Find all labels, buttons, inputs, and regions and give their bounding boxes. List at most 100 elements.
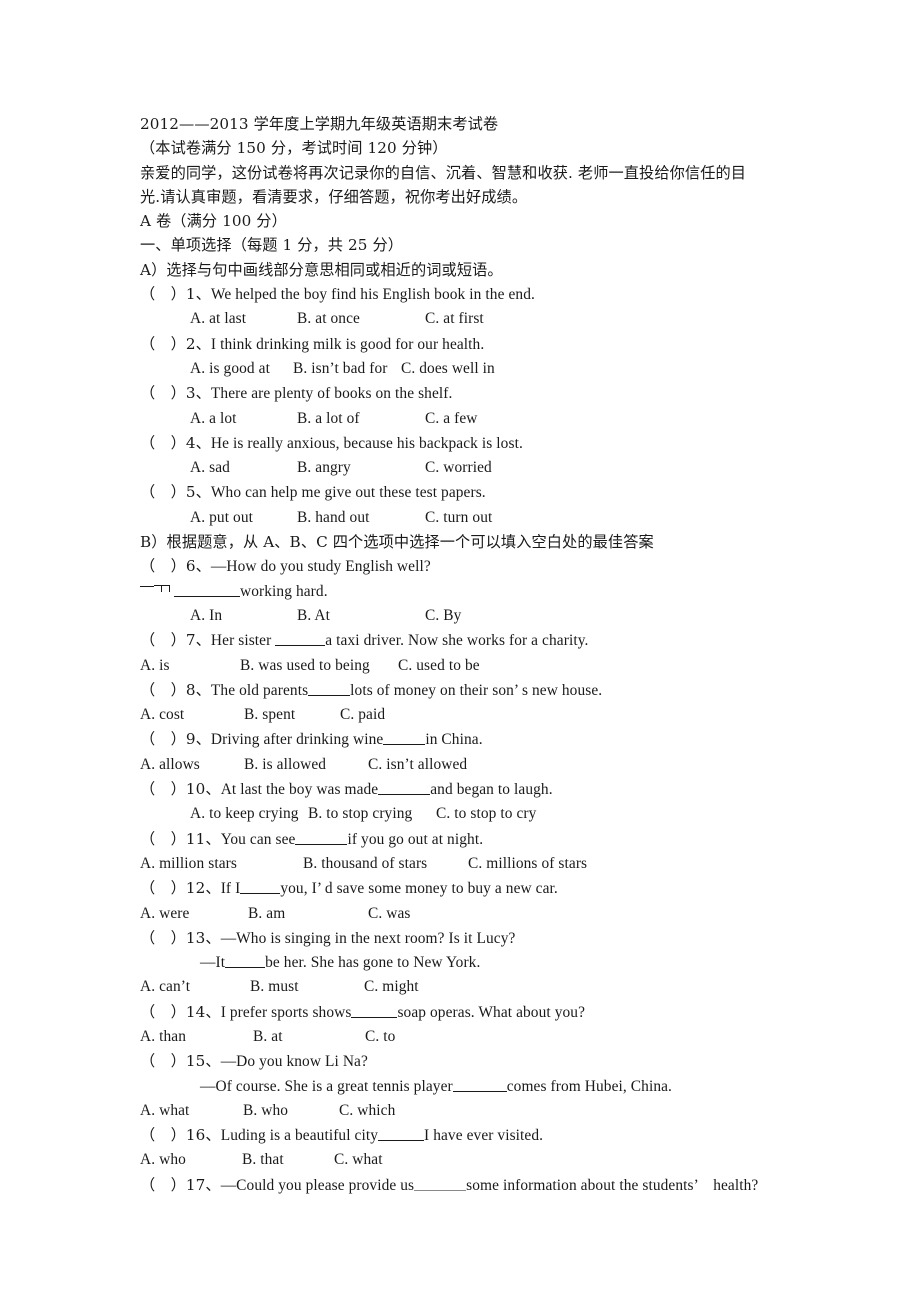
- question-4-answer-box[interactable]: （ ）4、: [140, 434, 211, 452]
- question-1-stem: （ ）1、We helped the boy find his English …: [140, 282, 820, 307]
- question-16-answer-box[interactable]: （ ）16、: [140, 1126, 221, 1144]
- question-9-option-c[interactable]: C. isn’t allowed: [368, 753, 467, 777]
- question-10-option-c[interactable]: C. to stop to cry: [436, 802, 536, 826]
- question-8-answer-box[interactable]: （ ）8、: [140, 681, 211, 699]
- question-2-option-b[interactable]: B. isn’t bad for: [293, 357, 401, 381]
- question-10-option-b[interactable]: B. to stop crying: [308, 802, 436, 826]
- question-6-text: —How do you study English well?: [210, 558, 431, 576]
- question-1-option-b[interactable]: B. at once: [297, 307, 425, 331]
- question-16-option-c[interactable]: C. what: [334, 1148, 383, 1172]
- question-12-text-before: If I: [220, 880, 241, 898]
- question-10-stem: （ ）10、At last the boy was made and began …: [140, 777, 820, 802]
- question-5-option-b[interactable]: B. hand out: [297, 506, 425, 530]
- question-7-option-b[interactable]: B. was used to being: [240, 654, 398, 678]
- question-6-option-b[interactable]: B. At: [297, 604, 425, 628]
- question-10-answer-box[interactable]: （ ）10、: [140, 780, 221, 798]
- question-12-answer-box[interactable]: （ ）12、: [140, 879, 221, 897]
- question-2-option-c[interactable]: C. does well in: [401, 357, 495, 381]
- question-7-text-before: Her sister: [210, 632, 276, 650]
- question-5-answer-box[interactable]: （ ）5、: [140, 483, 211, 501]
- question-3-option-a[interactable]: A. a lot: [190, 407, 297, 431]
- question-16-option-a[interactable]: A. who: [140, 1148, 242, 1172]
- question-10-option-a[interactable]: A. to keep crying: [190, 802, 308, 826]
- question-7-option-c[interactable]: C. used to be: [398, 654, 480, 678]
- question-2-answer-box[interactable]: （ ）2、: [140, 335, 211, 353]
- greeting-line-1: 亲爱的同学，这份试卷将再次记录你的自信、沉着、智慧和收获. 老师一直投给你信任的…: [140, 163, 747, 182]
- question-11-option-a[interactable]: A. million stars: [140, 852, 303, 876]
- question-5-option-c[interactable]: C. turn out: [425, 506, 492, 530]
- question-9-option-b[interactable]: B. is allowed: [244, 753, 368, 777]
- question-4-option-c[interactable]: C. worried: [425, 456, 492, 480]
- question-15-option-a[interactable]: A. what: [140, 1099, 243, 1123]
- question-6-answer-box[interactable]: （ ）6、: [140, 557, 211, 575]
- question-4-option-a[interactable]: A. sad: [190, 456, 297, 480]
- question-3-option-c[interactable]: C. a few: [425, 407, 478, 431]
- question-11-option-c[interactable]: C. millions of stars: [468, 852, 587, 876]
- exam-paper-body: 2012——2013 学年度上学期九年级英语期末考试卷 （本试卷满分 150 分…: [140, 112, 820, 1198]
- question-17-blank[interactable]: [414, 1177, 467, 1191]
- question-14-blank[interactable]: [351, 1004, 398, 1018]
- part-b-heading: B）根据题意，从 A、B、C 四个选项中选择一个可以填入空白处的最佳答案: [140, 533, 654, 552]
- question-8-option-c[interactable]: C. paid: [340, 703, 385, 727]
- question-9-blank[interactable]: [383, 731, 426, 746]
- question-5-stem: （ ）5、Who can help me give out these test…: [140, 480, 820, 505]
- question-1-answer-box[interactable]: （ ）1、: [140, 285, 211, 303]
- question-15-option-c[interactable]: C. which: [339, 1099, 395, 1123]
- question-11-blank[interactable]: [295, 831, 348, 845]
- question-14-option-a[interactable]: A. than: [140, 1025, 253, 1049]
- question-14-answer-box[interactable]: （ ）14、: [140, 1003, 221, 1021]
- question-12-text-after: you, I’ d save some money to buy a new c…: [280, 880, 558, 898]
- question-13-option-b[interactable]: B. must: [250, 975, 364, 999]
- question-13-option-a[interactable]: A. can’t: [140, 975, 250, 999]
- question-15-blank[interactable]: [452, 1078, 507, 1092]
- question-8-option-b[interactable]: B. spent: [244, 703, 340, 727]
- paper-title: 2012——2013 学年度上学期九年级英语期末考试卷: [140, 115, 499, 133]
- paper-a-heading: A 卷（满分 100 分）: [140, 212, 287, 231]
- question-13-answer-box[interactable]: （ ）13、: [140, 929, 221, 947]
- question-11-answer-box[interactable]: （ ）11、: [140, 830, 221, 848]
- question-3-stem: （ ）3、There are plenty of books on the sh…: [140, 381, 820, 406]
- question-13-option-c[interactable]: C. might: [364, 975, 419, 999]
- question-1-options: A. at last B. at once C. at first: [140, 307, 820, 331]
- question-7-option-a[interactable]: A. is: [140, 654, 240, 678]
- question-8-text-after: lots of money on their son’ s new house.: [350, 681, 603, 699]
- question-7-blank[interactable]: [275, 632, 326, 647]
- question-3-option-b[interactable]: B. a lot of: [297, 407, 425, 431]
- question-11-option-b[interactable]: B. thousand of stars: [303, 852, 468, 876]
- question-12-options: A. were B. am C. was: [140, 902, 820, 926]
- question-9-answer-box[interactable]: （ ）9、: [140, 730, 211, 748]
- question-5-option-a[interactable]: A. put out: [190, 506, 297, 530]
- question-14-option-b[interactable]: B. at: [253, 1025, 365, 1049]
- question-8-text-before: The old parents: [210, 681, 309, 699]
- question-10-blank[interactable]: [378, 781, 431, 796]
- question-8-option-a[interactable]: A. cost: [140, 703, 244, 727]
- question-3-answer-box[interactable]: （ ）3、: [140, 384, 211, 402]
- question-16-option-b[interactable]: B. that: [242, 1148, 334, 1172]
- question-12-option-c[interactable]: C. was: [368, 902, 411, 926]
- question-17-text-after: some information about the students’ hea…: [466, 1176, 759, 1194]
- question-6-options: A. In B. At C. By: [140, 604, 820, 628]
- question-8-blank[interactable]: [308, 682, 351, 696]
- question-15-answer-box[interactable]: （ ）15、: [140, 1052, 221, 1070]
- question-12-blank[interactable]: [240, 880, 281, 895]
- question-12-option-b[interactable]: B. am: [248, 902, 368, 926]
- question-16-blank[interactable]: [378, 1127, 425, 1142]
- question-2-option-a[interactable]: A. is good at: [190, 357, 293, 381]
- question-13-blank[interactable]: [225, 954, 266, 969]
- question-7-stem: （ ）7、Her sister a taxi driver. Now she w…: [140, 628, 820, 653]
- question-9-option-a[interactable]: A. allows: [140, 753, 244, 777]
- question-9-text-before: Driving after drinking wine: [210, 731, 384, 749]
- question-15-option-b[interactable]: B. who: [243, 1099, 339, 1123]
- question-6-option-a[interactable]: A. In: [190, 604, 297, 628]
- question-12-option-a[interactable]: A. were: [140, 902, 248, 926]
- question-6-blank[interactable]: [174, 583, 240, 597]
- question-7-answer-box[interactable]: （ ）7、: [140, 631, 211, 649]
- question-17-answer-box[interactable]: （ ）17、: [140, 1176, 221, 1194]
- question-1-option-a[interactable]: A. at last: [190, 307, 297, 331]
- question-14-option-c[interactable]: C. to: [365, 1025, 395, 1049]
- question-16-stem: （ ）16、Luding is a beautiful city I have e…: [140, 1123, 820, 1148]
- question-6-option-c[interactable]: C. By: [425, 604, 461, 628]
- question-1-option-c[interactable]: C. at first: [425, 307, 484, 331]
- question-4-option-b[interactable]: B. angry: [297, 456, 425, 480]
- question-9-stem: （ ）9、Driving after drinking wine in China…: [140, 727, 820, 752]
